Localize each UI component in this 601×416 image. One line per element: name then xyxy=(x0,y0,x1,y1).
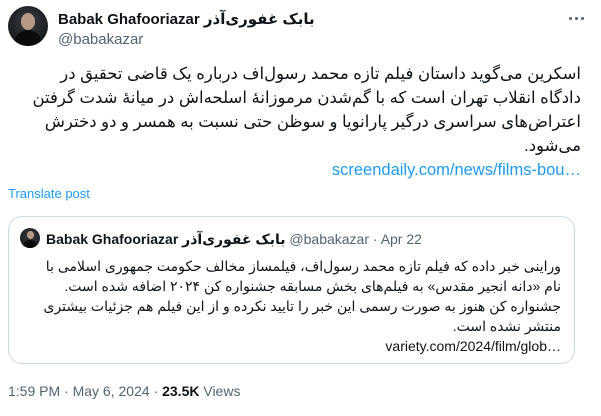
quoted-separator: · xyxy=(372,231,378,247)
post-time[interactable]: 1:59 PM xyxy=(8,383,60,399)
author-avatar[interactable] xyxy=(8,6,48,46)
views-count: 23.5K xyxy=(162,383,200,399)
author-handle[interactable]: @babakazar xyxy=(58,31,143,48)
tweet-meta: 1:59 PM · May 6, 2024 · 23.5K Views xyxy=(8,383,240,399)
quoted-date: Apr 22 xyxy=(380,231,422,247)
tweet-body: اسکرین می‌گوید داستان فیلم تازه محمد رسو… xyxy=(21,62,582,182)
more-options-icon[interactable] xyxy=(569,12,591,24)
meta-separator-1: · xyxy=(64,383,69,399)
tweet-link[interactable]: screendaily.com/news/films-bou… xyxy=(21,158,581,182)
tweet-text: اسکرین می‌گوید داستان فیلم تازه محمد رسو… xyxy=(32,65,582,155)
views-label: Views xyxy=(203,383,241,399)
quoted-author-avatar xyxy=(20,228,40,248)
meta-separator-2: · xyxy=(153,383,159,399)
quoted-header: Babak Ghafooriazar بابک غفوری‌آذر @babak… xyxy=(46,231,422,248)
post-date[interactable]: May 6, 2024 xyxy=(73,383,150,399)
translate-post-link[interactable]: Translate post xyxy=(8,186,90,201)
quoted-link: variety.com/2024/film/glob… xyxy=(385,338,561,354)
author-name[interactable]: Babak Ghafooriazar بابک غفوری‌آذر xyxy=(58,10,315,28)
quoted-body: وراینی خبر داده که فیلم تازه محمد رسول‌ا… xyxy=(41,256,562,356)
quoted-text: وراینی خبر داده که فیلم تازه محمد رسول‌ا… xyxy=(43,258,562,334)
quoted-author-name: Babak Ghafooriazar بابک غفوری‌آذر xyxy=(46,231,286,247)
quoted-author-handle: @babakazar xyxy=(289,231,369,247)
